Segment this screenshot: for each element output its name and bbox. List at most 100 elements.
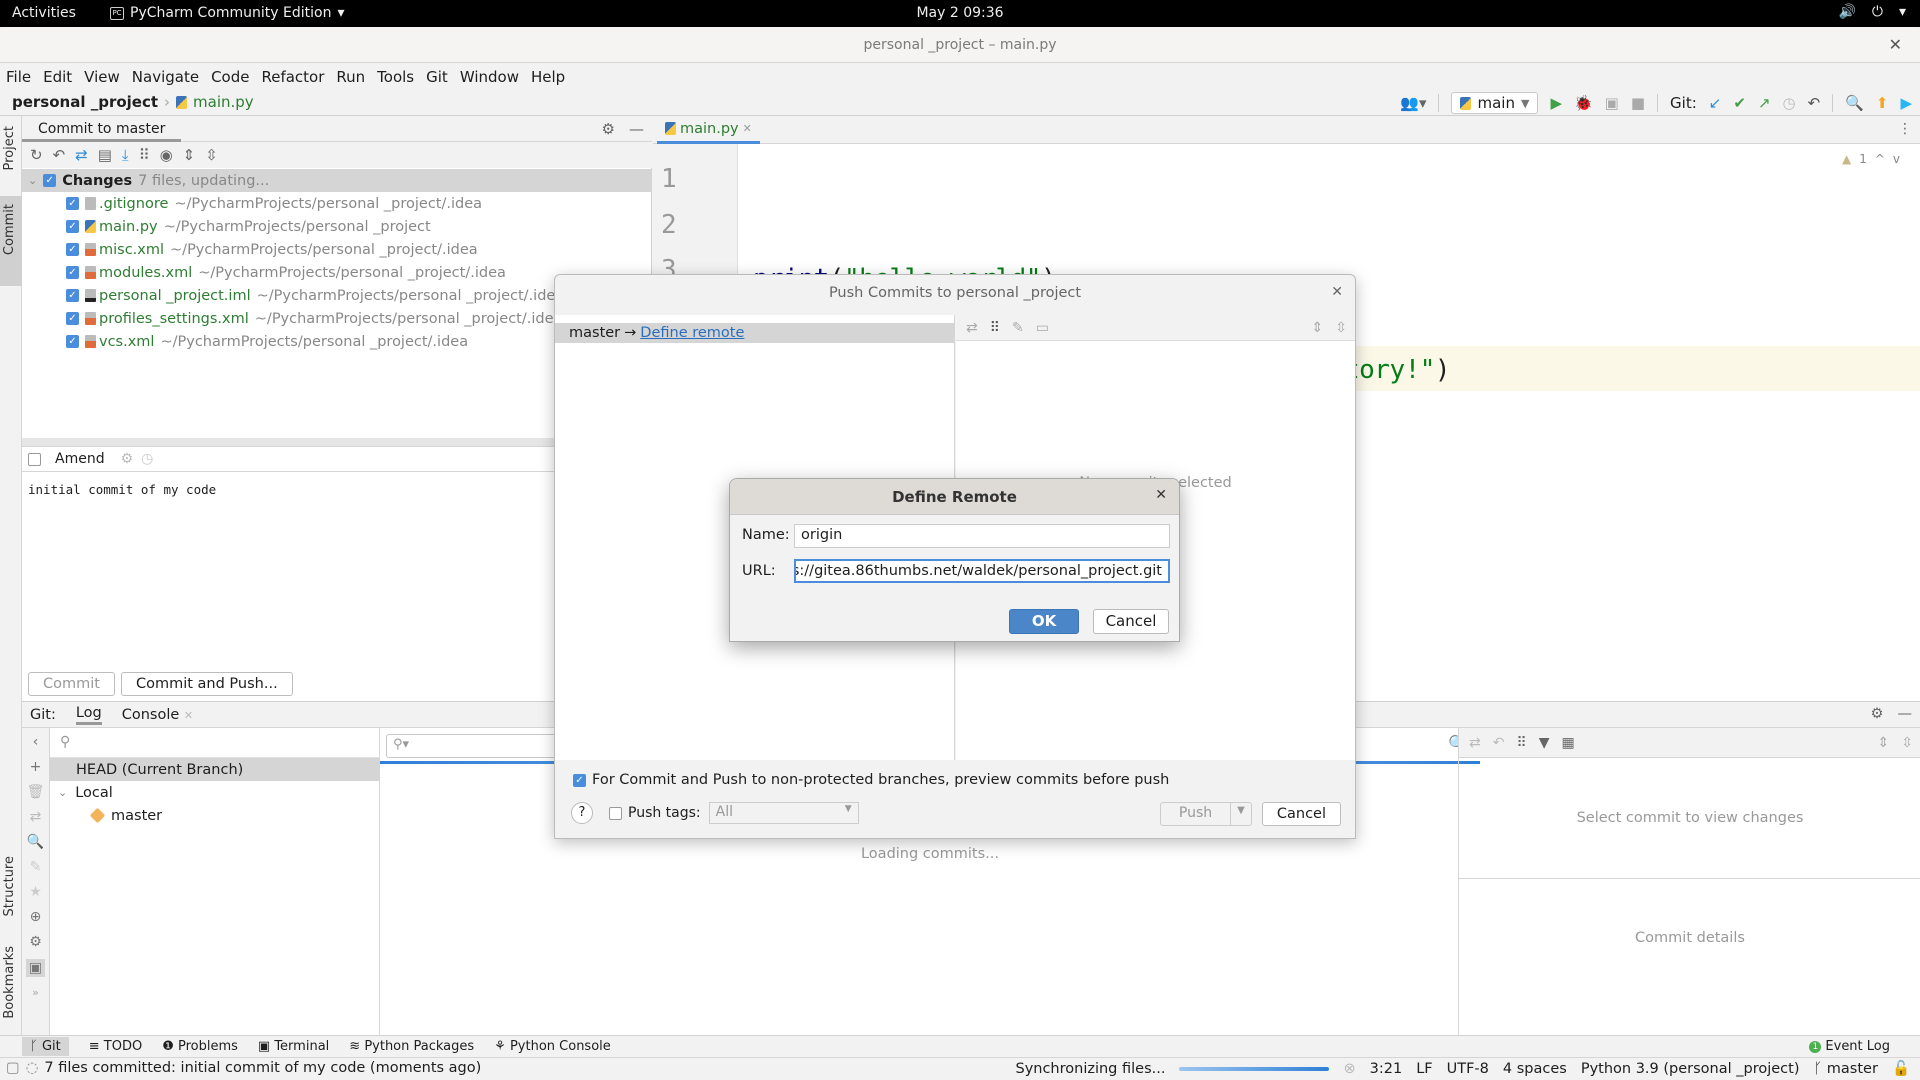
diff-icon[interactable]: ⇄	[966, 320, 978, 336]
preview-checkbox[interactable]: ✓	[573, 773, 586, 787]
delete-icon[interactable]: 🗑	[27, 784, 45, 800]
file-checkbox[interactable]: ✓	[66, 266, 79, 279]
project-tool-tab[interactable]: Project	[2, 126, 17, 170]
chevron-down-icon[interactable]: v	[1893, 152, 1900, 166]
coverage-icon[interactable]: ▣	[1605, 95, 1619, 111]
star-icon[interactable]: ★	[29, 884, 42, 900]
history-icon[interactable]: ◷	[141, 451, 153, 467]
close-icon[interactable]: ✕	[1155, 487, 1167, 503]
rollback-icon[interactable]: ↶	[53, 146, 66, 164]
inspection-widget[interactable]: ▲ 1 ^ v	[1842, 152, 1900, 166]
settings-icon[interactable]: ⚙	[29, 934, 42, 950]
window-close-icon[interactable]: ✕	[1889, 35, 1902, 54]
tab-log[interactable]: Log	[75, 705, 102, 725]
back-icon[interactable]: ‹	[33, 734, 39, 750]
group-by-icon[interactable]: ⠿	[1516, 735, 1526, 751]
caret-position[interactable]: 3:21	[1370, 1061, 1403, 1077]
compare-icon[interactable]: ⇄	[30, 809, 42, 825]
edit-icon[interactable]: ✎	[30, 859, 42, 875]
collapse-all-icon[interactable]: ⇳	[1901, 735, 1913, 751]
structure-tool-tab[interactable]: Structure	[2, 856, 17, 916]
refresh-icon[interactable]: ↻	[30, 146, 43, 164]
file-checkbox[interactable]: ✓	[66, 220, 79, 233]
chevron-up-icon[interactable]: ^	[1875, 152, 1885, 166]
run-config-selector[interactable]: main ▼	[1451, 92, 1539, 114]
push-tags-checkbox[interactable]	[609, 806, 622, 820]
more-options-icon[interactable]: ⋮	[1898, 121, 1912, 137]
add-icon[interactable]: +	[30, 759, 42, 775]
tool-tab-python-packages[interactable]: ≋ Python Packages	[349, 1039, 474, 1054]
expand-all-icon[interactable]: ⇕	[1878, 735, 1890, 751]
edit-icon[interactable]: ✎	[1012, 320, 1024, 336]
expand-all-icon[interactable]: ⇕	[1312, 320, 1324, 336]
status-message[interactable]: 7 files committed: initial commit of my …	[44, 1060, 481, 1076]
clock[interactable]: May 2 09:36	[0, 5, 1920, 21]
commit-message-input[interactable]: initial commit of my code	[28, 482, 216, 497]
commit-button[interactable]: Commit	[28, 672, 115, 696]
tool-tab-git[interactable]: ᚴ Git	[22, 1037, 69, 1056]
indent-setting[interactable]: 4 spaces	[1503, 1061, 1567, 1077]
menu-refactor[interactable]: Refactor	[261, 68, 324, 86]
commit-and-push-button[interactable]: Commit and Push...	[120, 672, 293, 696]
search-icon[interactable]: 🔍	[1845, 95, 1864, 111]
power-icon[interactable]: ⏻	[1872, 4, 1883, 20]
amend-label[interactable]: Amend	[55, 451, 105, 467]
tool-tab-python-console[interactable]: ⚘ Python Console	[494, 1039, 611, 1054]
menu-file[interactable]: File	[6, 68, 31, 86]
toggle-panels-icon[interactable]: ▢	[6, 1060, 20, 1076]
close-tab-icon[interactable]: ✕	[743, 122, 752, 135]
download-icon[interactable]: ⤓	[122, 146, 129, 164]
cancel-button[interactable]: Cancel	[1261, 802, 1341, 826]
git-push-icon[interactable]: ↗	[1758, 95, 1771, 111]
gear-icon[interactable]: ⚙	[1871, 706, 1884, 722]
volume-icon[interactable]: 🔊	[1838, 4, 1855, 20]
ok-button[interactable]: OK	[1009, 609, 1079, 634]
divider[interactable]	[1459, 878, 1920, 879]
gear-icon[interactable]: ⚙	[121, 451, 134, 467]
breadcrumb-file[interactable]: main.py	[193, 93, 254, 111]
file-checkbox[interactable]: ✓	[66, 289, 79, 302]
tool-tab-terminal[interactable]: ▣ Terminal	[258, 1039, 329, 1054]
menu-help[interactable]: Help	[531, 68, 565, 86]
menu-git[interactable]: Git	[426, 68, 448, 86]
git-update-icon[interactable]: ↙	[1709, 95, 1722, 111]
panel-icon[interactable]: ▣	[25, 959, 46, 977]
python-interpreter[interactable]: Python 3.9 (personal _project)	[1581, 1061, 1800, 1077]
stop-icon[interactable]: ■	[1631, 95, 1645, 111]
push-tags-select[interactable]: All ▼	[708, 802, 859, 824]
more-icon[interactable]: »	[32, 986, 39, 999]
remote-url-input[interactable]: https://gitea.86thumbs.net/waldek/person…	[794, 559, 1170, 583]
collapse-all-icon[interactable]: ⇳	[1335, 320, 1347, 336]
branch-group-local[interactable]: ⌄ Local	[50, 781, 380, 804]
collapse-all-icon[interactable]: ⇳	[205, 146, 218, 164]
push-button-label[interactable]: Push	[1161, 803, 1232, 825]
help-button[interactable]: ?	[571, 802, 593, 824]
event-log-button[interactable]: 1 Event Log	[1809, 1039, 1890, 1054]
commit-tab[interactable]: Commit to master	[22, 116, 182, 142]
file-checkbox[interactable]: ✓	[66, 312, 79, 325]
minimize-icon[interactable]: —	[629, 120, 644, 138]
changes-checkbox[interactable]: ✓	[43, 174, 57, 187]
menu-view[interactable]: View	[84, 68, 120, 86]
file-row[interactable]: ✓ .gitignore ~/PycharmProjects/personal …	[22, 192, 652, 215]
diff-icon[interactable]: ⇄	[75, 146, 88, 164]
changes-node[interactable]: ⌄ ✓ Changes 7 files, updating...	[22, 169, 652, 192]
close-icon[interactable]: ✕	[1331, 284, 1343, 300]
push-options-dropdown-icon[interactable]: ▼	[1231, 803, 1251, 825]
breadcrumb-project[interactable]: personal _project	[12, 93, 158, 111]
menu-navigate[interactable]: Navigate	[132, 68, 199, 86]
minimize-icon[interactable]: —	[1898, 706, 1913, 722]
filter-icon[interactable]: ▼	[1539, 735, 1550, 751]
expand-all-icon[interactable]: ⇕	[183, 146, 196, 164]
system-tray[interactable]: 🔊 ⏻ ▾	[1838, 4, 1906, 20]
file-encoding[interactable]: UTF-8	[1447, 1061, 1489, 1077]
file-row[interactable]: ✓ main.py ~/PycharmProjects/personal _pr…	[22, 215, 652, 238]
tab-console[interactable]: Console ✕	[122, 707, 193, 723]
locate-icon[interactable]: ⊕	[30, 909, 42, 925]
remote-name-input[interactable]: origin	[794, 524, 1170, 548]
tool-tab-problems[interactable]: ❶ Problems	[162, 1039, 238, 1054]
menu-run[interactable]: Run	[336, 68, 365, 86]
close-tab-icon[interactable]: ✕	[184, 709, 193, 722]
menu-window[interactable]: Window	[460, 68, 519, 86]
file-checkbox[interactable]: ✓	[66, 335, 79, 348]
